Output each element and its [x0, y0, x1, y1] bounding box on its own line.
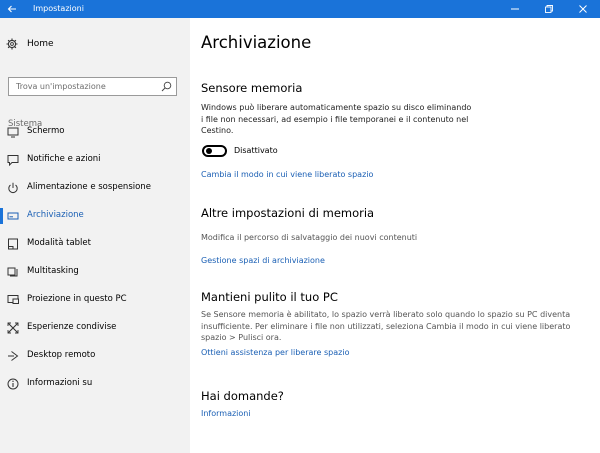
sidebar-item-label: Alimentazione e sospensione — [27, 182, 151, 192]
sidebar-item-label: Multitasking — [27, 266, 79, 276]
info-icon — [7, 378, 19, 390]
keep-clean-description: Se Sensore memoria è abilitato, lo spazi… — [201, 310, 571, 342]
shared-experiences-icon — [7, 322, 19, 334]
close-button[interactable] — [566, 0, 600, 18]
sidebar-item-modalita-tablet[interactable]: Modalità tablet — [0, 233, 190, 255]
sidebar-item-label: Esperienze condivise — [27, 322, 117, 332]
sensor-description: Windows può liberare automaticamente spa… — [201, 103, 472, 135]
sidebar-item-label: Informazioni su — [27, 378, 93, 388]
search-input[interactable]: Trova un'impostazione — [8, 77, 177, 96]
storage-sense-toggle[interactable] — [202, 145, 227, 157]
sidebar-item-archiviazione[interactable]: Archiviazione — [0, 205, 190, 227]
toggle-knob — [206, 148, 212, 154]
sidebar-item-label: Proiezione in questo PC — [27, 294, 127, 304]
sidebar-item-informazioni[interactable]: Informazioni su — [0, 373, 190, 395]
minimize-button[interactable] — [498, 0, 532, 18]
toggle-label: Disattivato — [234, 146, 278, 155]
sidebar-item-alimentazione[interactable]: Alimentazione e sospensione — [0, 177, 190, 199]
sidebar-item-label: Modalità tablet — [27, 238, 91, 248]
tablet-icon — [8, 238, 18, 250]
questions-heading: Hai domande? — [201, 389, 284, 403]
sidebar-item-schermo[interactable]: Schermo — [0, 121, 190, 143]
gear-icon — [6, 38, 18, 50]
window-title: Impostazioni — [33, 4, 84, 13]
sidebar-item-label: Desktop remoto — [27, 350, 96, 360]
sidebar-item-label: Notifiche e azioni — [27, 154, 101, 164]
restore-button[interactable] — [532, 0, 566, 18]
home-label: Home — [27, 39, 54, 49]
power-icon — [8, 182, 18, 193]
minimize-icon — [511, 8, 519, 10]
manage-storage-spaces-link[interactable]: Gestione spazi di archiviazione — [201, 255, 325, 267]
sidebar-item-esperienze-condivise[interactable]: Esperienze condivise — [0, 317, 190, 339]
title-bar: Impostazioni — [0, 0, 600, 18]
notification-icon — [7, 155, 19, 166]
storage-icon — [7, 212, 19, 220]
keep-clean-heading: Mantieni pulito il tuo PC — [201, 290, 338, 304]
sidebar-item-label: Schermo — [27, 126, 65, 136]
back-arrow-icon — [7, 5, 16, 13]
active-indicator — [0, 208, 3, 224]
sidebar-item-label: Archiviazione — [27, 210, 84, 220]
search-icon[interactable] — [161, 81, 172, 92]
remote-desktop-icon — [8, 351, 19, 361]
sidebar-item-desktop-remoto[interactable]: Desktop remoto — [0, 345, 190, 367]
sidebar-item-multitasking[interactable]: Multitasking — [0, 261, 190, 283]
main-content: Archiviazione Sensore memoria Windows pu… — [190, 18, 600, 453]
get-help-freeing-space-link[interactable]: Ottieni assistenza per liberare spazio — [201, 347, 349, 359]
multitasking-icon — [7, 267, 18, 277]
change-free-space-link[interactable]: Cambia il modo in cui viene liberato spa… — [201, 169, 373, 181]
monitor-icon — [7, 127, 19, 138]
projection-icon — [7, 295, 19, 304]
restore-icon — [545, 5, 553, 13]
sidebar-item-proiezione[interactable]: Proiezione in questo PC — [0, 289, 190, 311]
sidebar-home[interactable]: Home — [0, 36, 190, 52]
back-button[interactable] — [0, 0, 24, 18]
information-link[interactable]: Informazioni — [201, 408, 251, 420]
sidebar: Home Trova un'impostazione Sistema Scher… — [0, 18, 190, 453]
search-placeholder: Trova un'impostazione — [16, 82, 106, 91]
other-settings-description: Modifica il percorso di salvataggio dei … — [201, 233, 418, 242]
other-settings-heading: Altre impostazioni di memoria — [201, 206, 375, 220]
sidebar-item-notifiche[interactable]: Notifiche e azioni — [0, 149, 190, 171]
page-title: Archiviazione — [201, 33, 312, 52]
sensor-heading: Sensore memoria — [201, 81, 303, 95]
close-icon — [579, 5, 587, 13]
